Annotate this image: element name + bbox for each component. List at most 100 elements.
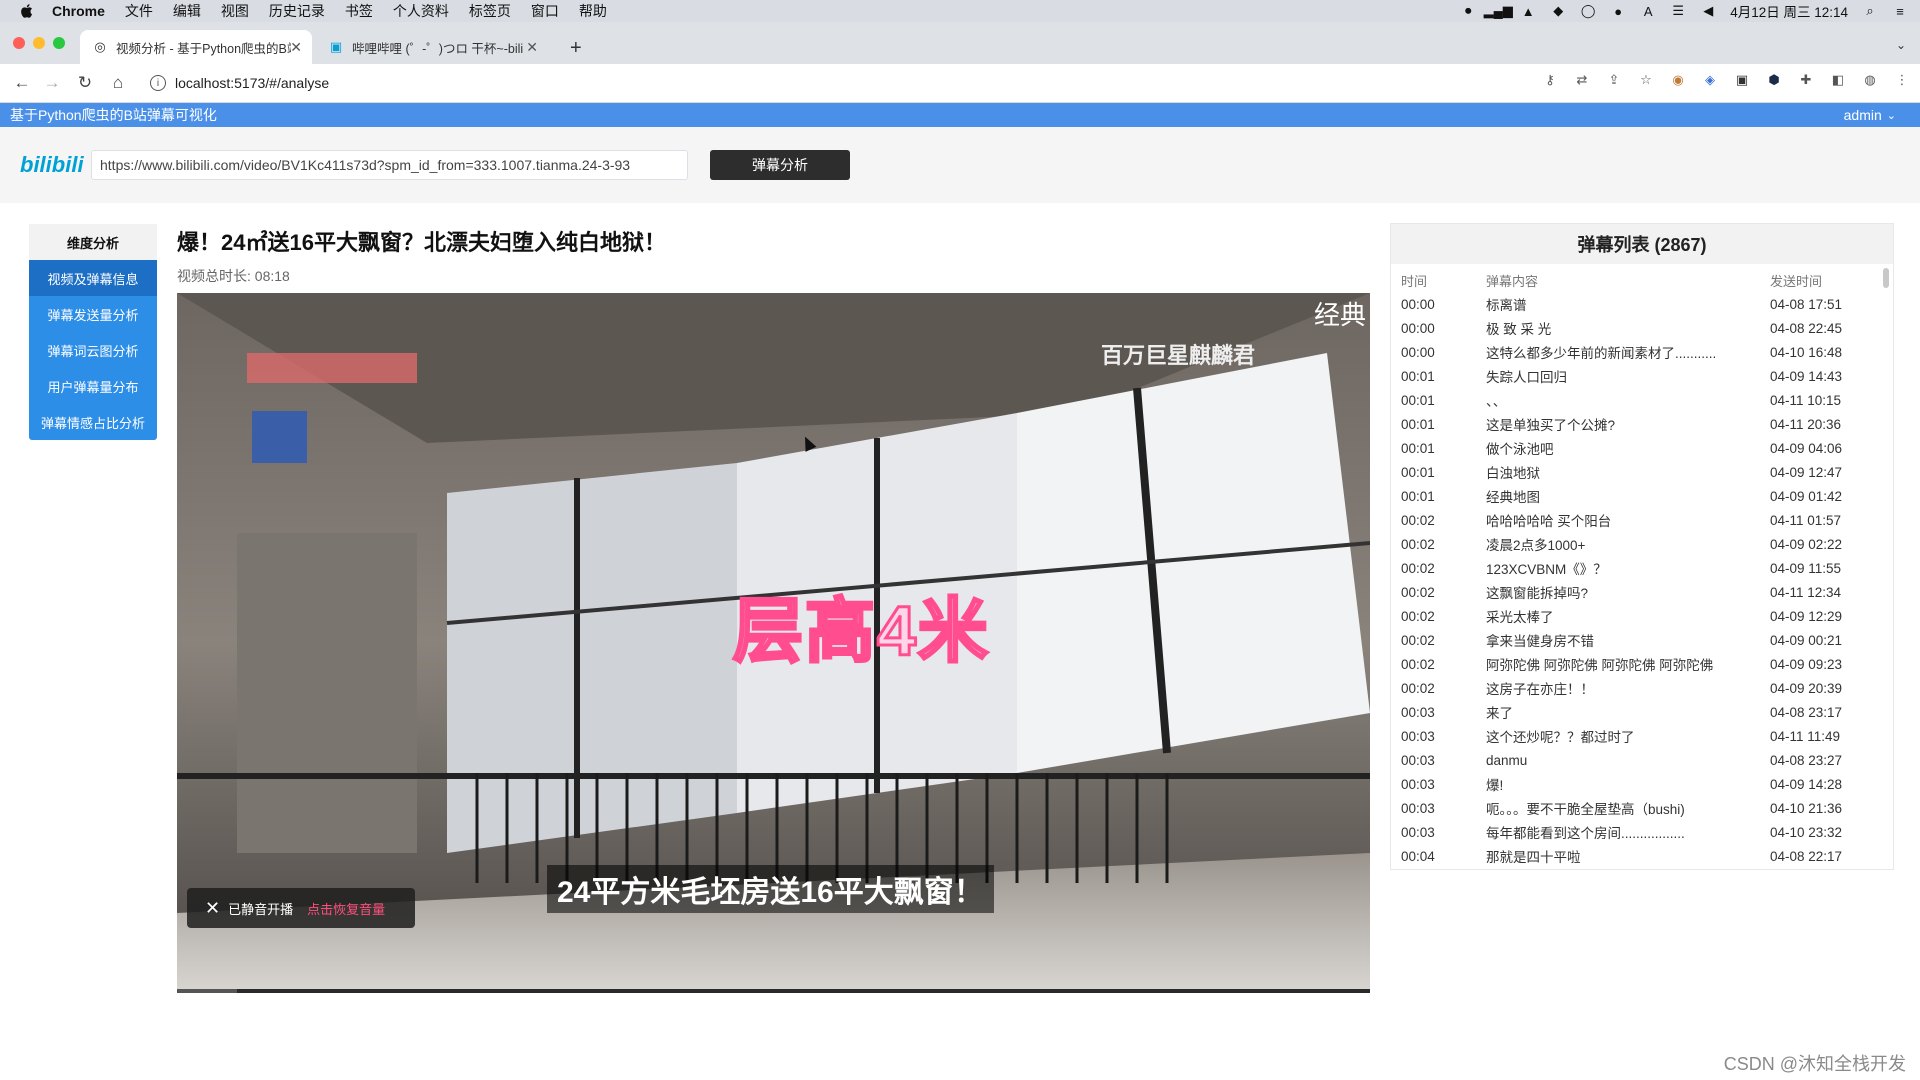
row-content: 每年都能看到这个房间................. — [1486, 826, 1685, 841]
row-time: 00:02 — [1401, 680, 1435, 696]
window-close-button[interactable] — [13, 37, 25, 49]
extension-badge-icon[interactable]: ▣ — [1734, 72, 1750, 87]
table-row: 00:01 经典地图 04-09 01:42 — [1391, 484, 1893, 508]
table-row: 00:02 阿弥陀佛 阿弥陀佛 阿弥陀佛 阿弥陀佛 04-09 09:23 — [1391, 652, 1893, 676]
key-icon[interactable]: ⚷ — [1542, 72, 1558, 87]
user-menu[interactable]: admin ⌄ — [1844, 107, 1896, 123]
sidebar-item-video-info[interactable]: 视频及弹幕信息 — [29, 260, 157, 296]
sidebar-heading: 维度分析 — [29, 224, 157, 260]
extension-avatar-icon[interactable]: ◉ — [1670, 72, 1686, 87]
video-url-input[interactable] — [91, 150, 688, 180]
sidebar-item-sentiment[interactable]: 弹幕情感占比分析 — [29, 404, 157, 440]
tab-bilibili[interactable]: ▣ 哔哩哔哩 (゜-゜)つロ 干杯~-bili ✕ — [316, 30, 548, 64]
muted-autoplay-notice[interactable]: ✕ 已静音开播 点击恢复音量 — [187, 888, 415, 928]
list-icon[interactable]: ☰ — [1670, 3, 1686, 18]
more-menu-icon[interactable]: ⋮ — [1894, 72, 1910, 87]
row-send-time: 04-08 23:27 — [1770, 752, 1843, 768]
volume-icon[interactable]: ◀ — [1700, 3, 1716, 18]
main-content: 维度分析 视频及弹幕信息 弹幕发送量分析 弹幕词云图分析 用户弹幕量分布 弹幕情… — [0, 203, 1920, 1080]
menu-file[interactable]: 文件 — [125, 1, 153, 21]
side-panel-icon[interactable]: ◧ — [1830, 72, 1846, 87]
apple-icon[interactable] — [18, 2, 36, 20]
row-send-time: 04-11 01:57 — [1770, 512, 1842, 528]
mountain-icon[interactable]: ▲ — [1520, 4, 1536, 19]
table-row: 00:03 danmu 04-08 23:27 — [1391, 748, 1893, 772]
table-row: 00:00 这特么都多少年前的新闻素材了........... 04-10 16:4… — [1391, 340, 1893, 364]
address-url: localhost:5173/#/analyse — [175, 75, 330, 91]
menu-view[interactable]: 视图 — [221, 1, 249, 21]
username: admin — [1843, 107, 1882, 123]
home-icon[interactable]: ⌂ — [108, 73, 128, 93]
input-method-icon[interactable]: A — [1640, 4, 1656, 19]
table-row: 00:01 、、 04-11 10:15 — [1391, 388, 1893, 412]
signal-bars-icon[interactable]: ▂▄▆ — [1484, 3, 1513, 18]
video-player[interactable]: 经典 百万巨星麒麟君 层高4米 24平方米毛坯房送16平大飘窗！ ✕ 已静音开播… — [177, 293, 1370, 993]
profile-avatar-icon[interactable]: ◍ — [1862, 72, 1878, 87]
bookmark-star-icon[interactable]: ☆ — [1638, 72, 1654, 87]
extensions-puzzle-icon[interactable]: ✚ — [1798, 72, 1814, 87]
row-time: 00:01 — [1401, 464, 1435, 480]
sidebar-item-wordcloud[interactable]: 弹幕词云图分析 — [29, 332, 157, 368]
window-minimize-button[interactable] — [33, 37, 45, 49]
row-content: 哈哈哈哈哈 买个阳台 — [1486, 514, 1612, 529]
chat-bubble-icon[interactable]: ◯ — [1580, 3, 1596, 18]
sidebar-item-user-distribution[interactable]: 用户弹幕量分布 — [29, 368, 157, 404]
row-content: 来了 — [1486, 706, 1513, 721]
row-time: 00:01 — [1401, 368, 1435, 384]
menu-history[interactable]: 历史记录 — [269, 1, 325, 21]
window-zoom-button[interactable] — [53, 37, 65, 49]
video-progress-bar[interactable] — [177, 989, 1370, 993]
share-icon[interactable]: ⇪ — [1606, 72, 1622, 87]
menu-tab[interactable]: 标签页 — [469, 1, 511, 21]
tab-video-analysis[interactable]: ◎ 视频分析 - 基于Python爬虫的B站 ✕ — [80, 30, 312, 64]
menu-bookmarks[interactable]: 书签 — [345, 1, 373, 21]
row-content: 经典地图 — [1486, 490, 1540, 505]
row-content: 采光太棒了 — [1486, 610, 1554, 625]
danmaku-table-body[interactable]: 00:00 标离谱 04-08 17:51 00:00 极 致 采 光 04-08 22:… — [1391, 292, 1893, 868]
tab-close-icon[interactable]: ✕ — [290, 39, 302, 56]
bilibili-logo: bilibili — [20, 152, 84, 177]
extension-hex-icon[interactable]: ⬢ — [1766, 72, 1782, 87]
control-center-icon[interactable]: ≡ — [1892, 4, 1908, 19]
table-row: 00:01 这是单独买了个公摊? 04-11 20:36 — [1391, 412, 1893, 436]
row-send-time: 04-08 22:17 — [1770, 848, 1843, 864]
wechat-icon[interactable]: ● — [1610, 4, 1626, 19]
row-content: 极 致 采 光 — [1486, 322, 1552, 337]
row-time: 00:01 — [1401, 488, 1435, 504]
site-info-icon[interactable]: i — [150, 75, 166, 91]
new-tab-icon[interactable]: + — [570, 37, 582, 60]
row-time: 00:03 — [1401, 800, 1435, 816]
spotlight-search-icon[interactable]: ⌕ — [1862, 3, 1878, 18]
row-send-time: 04-09 14:28 — [1770, 776, 1843, 792]
close-icon[interactable]: ✕ — [205, 898, 220, 919]
danmaku-scrollbar[interactable] — [1883, 268, 1889, 288]
menubar-clock[interactable]: 4月12日 周三 12:14 — [1730, 1, 1848, 21]
shield-icon[interactable]: ◆ — [1550, 3, 1566, 18]
menu-help[interactable]: 帮助 — [579, 1, 607, 21]
restore-volume-link[interactable]: 点击恢复音量 — [307, 899, 385, 918]
tab-search-chevron-icon[interactable]: ⌄ — [1896, 38, 1906, 52]
row-content: 这是单独买了个公摊? — [1486, 418, 1616, 433]
row-send-time: 04-08 23:17 — [1770, 704, 1843, 720]
analyze-danmaku-button[interactable]: 弹幕分析 — [710, 150, 850, 180]
translate-icon[interactable]: ⇄ — [1574, 72, 1590, 87]
table-row: 00:01 做个泳池吧 04-09 04:06 — [1391, 436, 1893, 460]
row-send-time: 04-11 10:15 — [1770, 392, 1842, 408]
menu-app-chrome[interactable]: Chrome — [52, 3, 105, 19]
row-time: 00:01 — [1401, 416, 1435, 432]
table-row: 00:02 凌晨2点多1000+ 04-09 02:22 — [1391, 532, 1893, 556]
menu-profiles[interactable]: 个人资料 — [393, 1, 449, 21]
globe-icon: ◎ — [94, 39, 106, 54]
menu-edit[interactable]: 编辑 — [173, 1, 201, 21]
menu-window[interactable]: 窗口 — [531, 1, 559, 21]
address-bar[interactable]: i localhost:5173/#/analyse — [140, 69, 1510, 97]
browser-toolbar: ← → ↻ ⌂ i localhost:5173/#/analyse ⚷ ⇄ ⇪… — [0, 64, 1920, 103]
reload-icon[interactable]: ↻ — [75, 73, 95, 93]
tab-close-icon[interactable]: ✕ — [526, 39, 538, 56]
extension-layers-icon[interactable]: ◈ — [1702, 72, 1718, 87]
forward-arrow-icon[interactable]: → — [42, 73, 62, 93]
back-arrow-icon[interactable]: ← — [12, 73, 32, 93]
record-icon[interactable]: ⏺ — [1460, 3, 1476, 18]
tab-title: 视频分析 - 基于Python爬虫的B站 — [116, 41, 291, 56]
sidebar-item-send-volume[interactable]: 弹幕发送量分析 — [29, 296, 157, 332]
